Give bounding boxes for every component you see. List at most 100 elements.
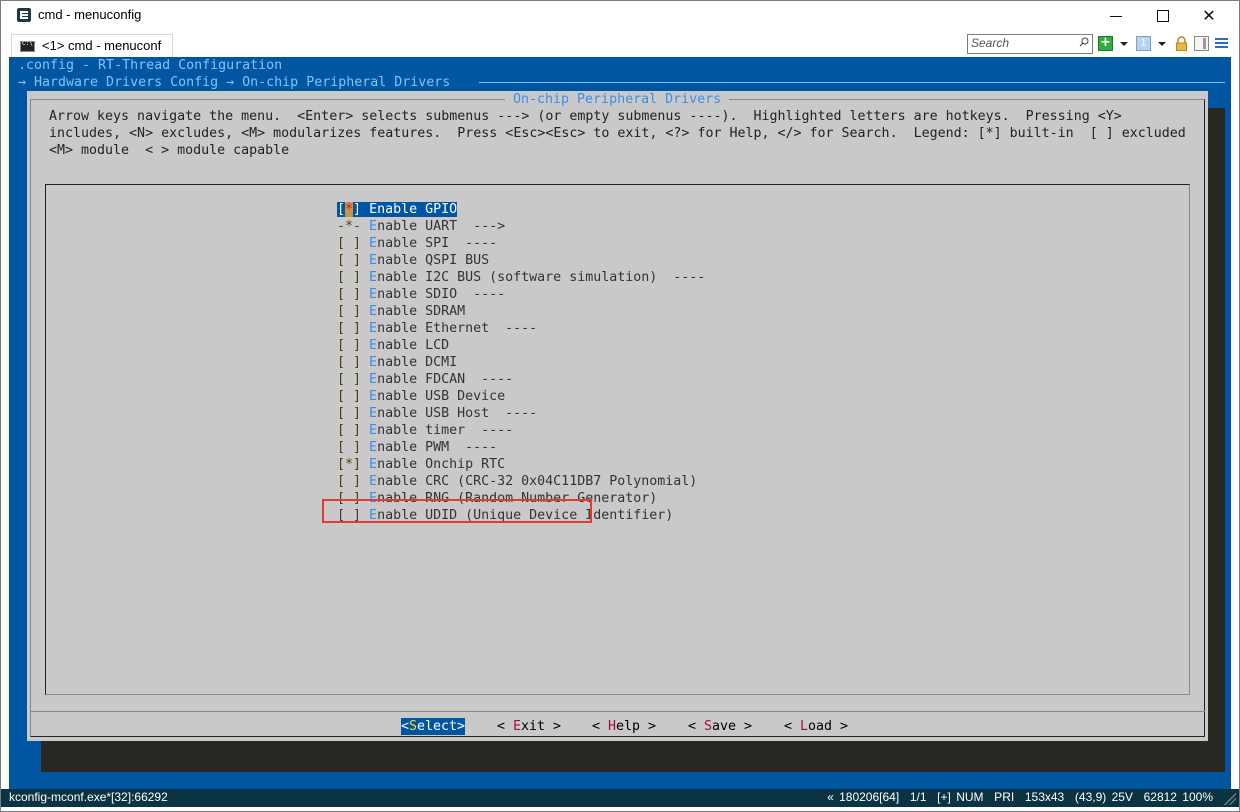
console-tab[interactable]: <1> cmd - menuconf [11, 34, 173, 57]
menu-icon[interactable] [1215, 36, 1230, 51]
maximize-button[interactable] [1140, 1, 1186, 31]
item-label: nable DCMI [377, 355, 458, 370]
button-hotkey: L [800, 719, 809, 734]
button-hotkey: S [704, 719, 713, 734]
help-button[interactable]: < Help > [592, 718, 656, 735]
menuconfig-dialog: On-chip Peripheral Drivers Arrow keys na… [27, 91, 1208, 741]
minimize-button[interactable] [1094, 1, 1140, 31]
item-suffix: ---- [657, 270, 706, 285]
item-label: nable FDCAN [377, 372, 466, 387]
tab-label: <1> cmd - menuconf [42, 38, 162, 53]
menu-item[interactable]: [ ] Enable CRC (CRC-32 0x04C11DB7 Polyno… [337, 473, 697, 490]
item-suffix: ---- [449, 440, 498, 455]
button-bracket: < [784, 719, 801, 734]
menu-item[interactable]: [ ] Enable PWM ---- [337, 439, 497, 456]
item-label: nable Onchip RTC [377, 457, 506, 472]
button-bracket: < [688, 719, 705, 734]
item-suffix: ---- [465, 372, 514, 387]
item-hotkey: E [369, 338, 378, 353]
lock-icon[interactable] [1174, 36, 1189, 51]
menu-item[interactable]: [ ] Enable USB Device [337, 388, 505, 405]
save-button[interactable]: < Save > [688, 718, 752, 735]
menu-item[interactable]: -*- Enable UART ---> [337, 218, 505, 235]
menu-item[interactable]: [ ] Enable FDCAN ---- [337, 371, 513, 388]
button-hotkey: S [409, 719, 418, 734]
config-title: .config - RT-Thread Configuration [18, 58, 283, 73]
item-label: nable SDIO [377, 287, 458, 302]
menu-item[interactable]: [ ] Enable SDRAM [337, 303, 465, 320]
item-suffix: ---- [457, 287, 506, 302]
view-button[interactable]: 1 [1136, 36, 1151, 51]
title-bar[interactable]: cmd - menuconfig ✕ [1, 1, 1239, 31]
button-bracket: < [497, 719, 514, 734]
checkbox[interactable]: [ ] [337, 406, 361, 421]
checkbox[interactable]: [ ] [337, 270, 361, 285]
menu-item[interactable]: [ ] Enable timer ---- [337, 422, 513, 439]
checkbox[interactable]: [ ] [337, 389, 361, 404]
select-button[interactable]: <Select> [401, 718, 466, 735]
checkbox[interactable]: [ ] [337, 423, 361, 438]
checkbox[interactable]: [ ] [337, 355, 361, 370]
new-console-button[interactable]: + [1098, 36, 1113, 51]
item-hotkey: E [369, 406, 378, 421]
breadcrumb: → Hardware Drivers Config → On-chip Peri… [18, 75, 451, 90]
button-label: oad > [808, 719, 849, 734]
minimize-icon [1110, 16, 1122, 17]
help-line-2: includes, <N> excludes, <M> modularizes … [49, 126, 1186, 141]
search-input[interactable]: Search [967, 34, 1093, 54]
item-hotkey: E [369, 355, 378, 370]
checkbox[interactable]: -*- [337, 219, 361, 234]
cmd-icon [20, 40, 35, 52]
menu-item[interactable]: [*] Enable Onchip RTC [337, 456, 505, 473]
checkbox[interactable]: [ ] [337, 440, 361, 455]
status-info: « 180206[64] 1/1 [+] NUM PRI 153x43 (43,… [827, 790, 1213, 804]
menu-item[interactable]: [ ] Enable DCMI [337, 354, 457, 371]
item-label: nable LCD [377, 338, 450, 353]
checkbox[interactable]: [*] [337, 202, 361, 217]
close-button[interactable]: ✕ [1186, 1, 1232, 31]
window-title: cmd - menuconfig [38, 7, 142, 22]
item-suffix: ---- [489, 321, 538, 336]
checkbox[interactable]: [*] [337, 457, 361, 472]
menu-item[interactable]: [*] Enable GPIO [337, 201, 458, 218]
menu-item[interactable]: [ ] Enable SDIO ---- [337, 286, 505, 303]
checkbox[interactable]: [ ] [337, 304, 361, 319]
menu-item[interactable]: [ ] Enable USB Host ---- [337, 405, 537, 422]
checkbox[interactable]: [ ] [337, 253, 361, 268]
load-button[interactable]: < Load > [784, 718, 848, 735]
checkbox[interactable]: [ ] [337, 372, 361, 387]
exit-button[interactable]: < Exit > [497, 718, 561, 735]
menu-item[interactable]: [ ] Enable Ethernet ---- [337, 320, 537, 337]
menu-item[interactable]: [ ] Enable I2C BUS (software simulation)… [337, 269, 705, 286]
menu-item[interactable]: [ ] Enable SPI ---- [337, 235, 497, 252]
item-suffix: ---> [457, 219, 506, 234]
view-dropdown-icon[interactable] [1158, 42, 1166, 46]
menu-item[interactable]: [ ] Enable LCD [337, 337, 449, 354]
button-hotkey: E [513, 719, 522, 734]
item-hotkey: E [369, 202, 378, 217]
button-hotkey: H [608, 719, 617, 734]
resize-grip-icon[interactable] [1224, 793, 1236, 805]
button-bracket: < [592, 719, 609, 734]
new-console-dropdown-icon[interactable] [1120, 42, 1128, 46]
status-process: kconfig-mconf.exe*[32]:66292 [9, 790, 168, 804]
item-hotkey: E [369, 219, 378, 234]
item-label: nable QSPI BUS [377, 253, 490, 268]
item-suffix: ---- [489, 406, 538, 421]
search-icon [1079, 37, 1089, 47]
checkbox[interactable]: [ ] [337, 321, 361, 336]
annotation-highlight-box [322, 499, 592, 523]
checkbox[interactable]: [ ] [337, 287, 361, 302]
menu-item[interactable]: [ ] Enable QSPI BUS [337, 252, 489, 269]
app-icon [17, 8, 31, 22]
item-hotkey: E [369, 423, 378, 438]
item-hotkey: E [369, 457, 378, 472]
split-pane-button[interactable] [1194, 36, 1209, 51]
breadcrumb-rule [479, 82, 1225, 83]
checkbox[interactable]: [ ] [337, 236, 361, 251]
item-hotkey: E [369, 321, 378, 336]
item-hotkey: E [369, 440, 378, 455]
terminal-area[interactable]: .config - RT-Thread Configuration → Hard… [9, 57, 1231, 789]
checkbox[interactable]: [ ] [337, 338, 361, 353]
checkbox[interactable]: [ ] [337, 474, 361, 489]
